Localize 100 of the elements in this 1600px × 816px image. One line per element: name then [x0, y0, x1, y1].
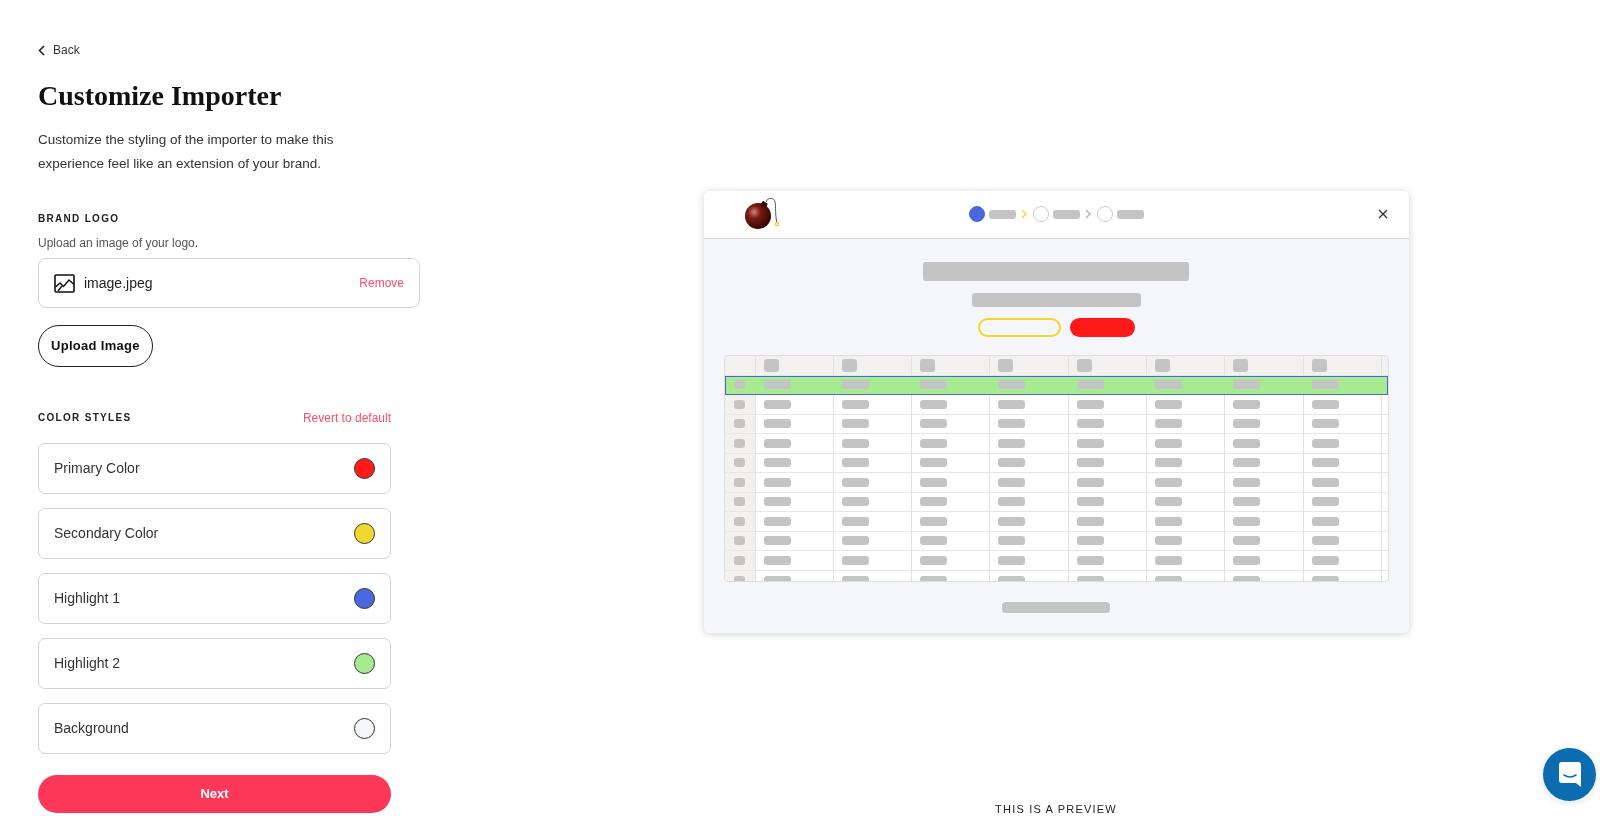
cell-placeholder — [1311, 536, 1339, 546]
cell-placeholder — [763, 516, 791, 526]
cell-placeholder — [998, 438, 1026, 448]
chevron-right-icon — [1084, 209, 1091, 219]
next-button[interactable]: Next — [38, 775, 391, 813]
cell-placeholder — [1155, 419, 1182, 429]
cell-placeholder — [1311, 399, 1339, 409]
color-picker-field[interactable]: Primary Color — [38, 443, 391, 494]
header-placeholder — [1233, 358, 1249, 372]
cell-placeholder — [763, 555, 791, 565]
section-heading: COLOR STYLES — [38, 411, 132, 425]
color-picker-field[interactable]: Highlight 2 — [38, 638, 391, 689]
cell-placeholder — [1076, 516, 1104, 526]
cell-placeholder — [998, 477, 1026, 487]
cell-placeholder — [920, 458, 948, 468]
cell-placeholder — [841, 399, 869, 409]
chat-bubble-icon — [1557, 761, 1582, 788]
cell-placeholder — [998, 458, 1026, 468]
page-title: Customize Importer — [38, 79, 282, 113]
cell-placeholder — [763, 477, 791, 487]
section-heading: BRAND LOGO — [38, 212, 120, 226]
row-number-placeholder — [734, 497, 745, 507]
header-placeholder — [1311, 358, 1327, 372]
row-number-placeholder — [734, 477, 745, 487]
row-number-placeholder — [734, 575, 745, 581]
cell-placeholder — [1076, 497, 1104, 507]
header-placeholder — [920, 358, 936, 372]
color-picker-field[interactable]: Highlight 1 — [38, 573, 391, 624]
cell-placeholder — [998, 380, 1026, 390]
header-placeholder — [1155, 358, 1170, 372]
cell-placeholder — [1311, 555, 1339, 565]
cell-placeholder — [763, 380, 791, 390]
cell-placeholder — [920, 380, 948, 390]
cell-placeholder — [920, 399, 948, 409]
preview-caption: THIS IS A PREVIEW — [995, 803, 1117, 815]
cell-placeholder — [841, 555, 869, 565]
row-number-placeholder — [734, 380, 745, 390]
bomb-icon — [743, 197, 782, 231]
cell-placeholder — [841, 458, 869, 468]
row-number-placeholder — [734, 536, 745, 546]
cell-placeholder — [841, 516, 869, 526]
cell-placeholder — [998, 497, 1026, 507]
row-number-placeholder — [734, 555, 745, 565]
step-label-placeholder — [988, 209, 1016, 219]
cell-placeholder — [920, 555, 948, 565]
cell-placeholder — [1311, 497, 1339, 507]
cell-placeholder — [1076, 458, 1104, 468]
cell-placeholder — [841, 477, 869, 487]
color-picker-field[interactable]: Background — [38, 703, 391, 754]
cell-placeholder — [1233, 458, 1261, 468]
page-description: Customize the styling of the importer to make this experience feel like an extension of your brand. — [38, 131, 335, 173]
chevron-right-icon — [1020, 209, 1027, 219]
cell-placeholder — [841, 497, 869, 507]
color-picker-field[interactable]: Secondary Color — [38, 508, 391, 559]
back-link[interactable]: Back — [38, 42, 80, 58]
cell-placeholder — [1233, 380, 1261, 390]
cell-placeholder — [920, 497, 948, 507]
cell-placeholder — [920, 516, 948, 526]
cell-placeholder — [1155, 536, 1182, 546]
cell-placeholder — [1155, 380, 1182, 390]
cell-placeholder — [1076, 419, 1104, 429]
upload-image-button[interactable]: Upload Image — [38, 325, 153, 367]
cell-placeholder — [841, 536, 869, 546]
cell-placeholder — [763, 497, 791, 507]
row-number-placeholder — [734, 458, 745, 468]
cell-placeholder — [1155, 516, 1182, 526]
cell-placeholder — [1076, 380, 1104, 390]
cell-placeholder — [1233, 575, 1261, 581]
image-icon — [54, 273, 75, 293]
cell-placeholder — [841, 419, 869, 429]
cell-placeholder — [1155, 477, 1182, 487]
cell-placeholder — [998, 399, 1026, 409]
cell-placeholder — [1076, 575, 1104, 581]
step-label-placeholder — [1052, 209, 1080, 219]
file-name: image.jpeg — [84, 273, 153, 293]
step-label-placeholder — [1116, 209, 1144, 219]
cell-placeholder — [998, 516, 1026, 526]
close-icon[interactable] — [1377, 209, 1388, 219]
cell-placeholder — [763, 458, 791, 468]
cell-placeholder — [1233, 516, 1261, 526]
cell-placeholder — [1233, 477, 1261, 487]
cell-placeholder — [998, 575, 1026, 581]
cell-placeholder — [763, 438, 791, 448]
cell-placeholder — [1076, 399, 1104, 409]
header-placeholder — [763, 358, 779, 372]
chat-button[interactable] — [1543, 748, 1596, 801]
upload-hint: Upload an image of your logo. — [38, 235, 199, 251]
cell-placeholder — [920, 438, 948, 448]
cell-placeholder — [1233, 419, 1261, 429]
cell-placeholder — [1233, 536, 1261, 546]
cell-placeholder — [1233, 399, 1261, 409]
cell-placeholder — [1155, 575, 1182, 581]
cell-placeholder — [841, 575, 869, 581]
cell-placeholder — [1311, 458, 1339, 468]
cell-placeholder — [1233, 438, 1261, 448]
cell-placeholder — [1155, 497, 1182, 507]
row-number-placeholder — [734, 438, 745, 448]
cell-placeholder — [998, 555, 1026, 565]
cell-placeholder — [1076, 555, 1104, 565]
filled-button-placeholder — [1069, 317, 1135, 337]
